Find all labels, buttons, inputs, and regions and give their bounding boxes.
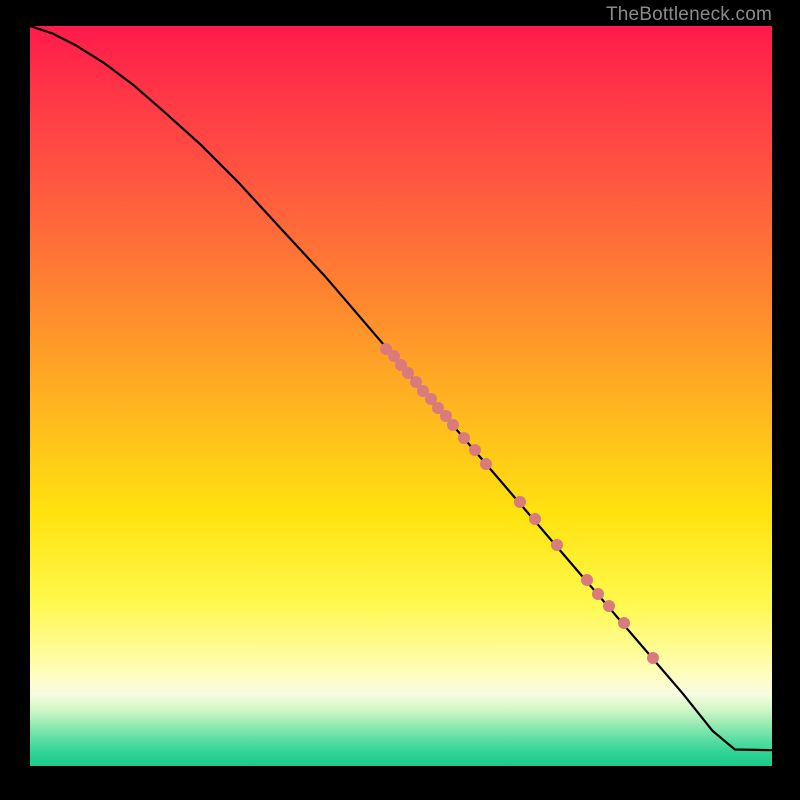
data-point [618, 617, 630, 629]
data-point [603, 600, 615, 612]
curve-line [30, 26, 772, 768]
data-point [458, 432, 470, 444]
data-point [581, 574, 593, 586]
watermark-text: TheBottleneck.com [606, 4, 772, 26]
data-point [514, 496, 526, 508]
baseline [30, 766, 772, 768]
plot-area [30, 26, 772, 768]
chart-stage: TheBottleneck.com [0, 0, 800, 800]
data-point [529, 513, 541, 525]
data-point [592, 588, 604, 600]
